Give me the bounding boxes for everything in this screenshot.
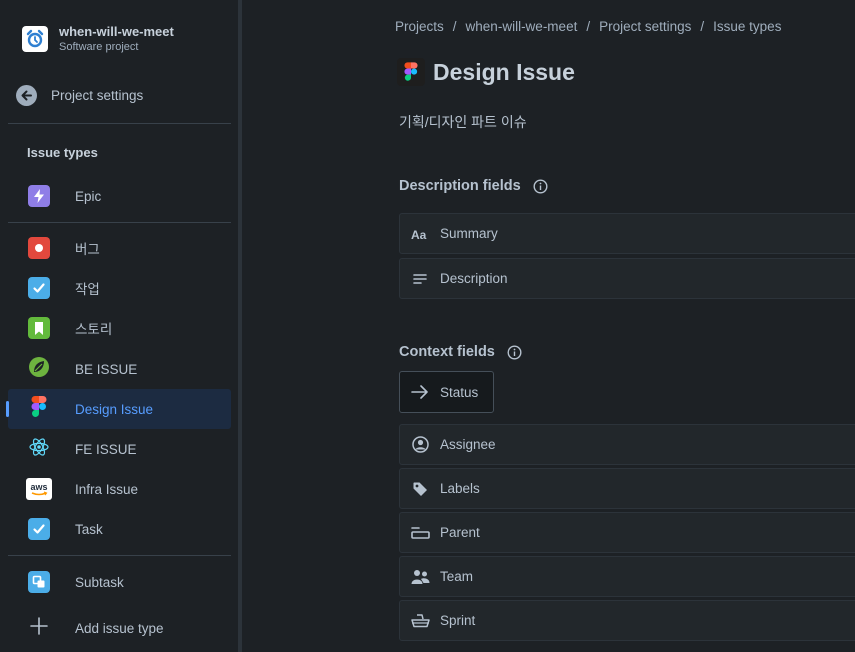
breadcrumb: Projects / when-will-we-meet / Project s… [395, 19, 781, 34]
svg-text:Aa: Aa [411, 228, 427, 240]
sidebar-item-label: Task [75, 521, 103, 537]
figma-icon [31, 395, 47, 423]
aws-icon: aws [26, 478, 52, 500]
field-label: Assignee [440, 437, 496, 452]
svg-text:aws: aws [30, 482, 47, 492]
back-label: Project settings [51, 88, 144, 103]
sidebar-item-design-issue[interactable]: Design Issue [6, 389, 231, 429]
sidebar-item-label: Infra Issue [75, 481, 139, 497]
info-icon[interactable] [533, 178, 548, 194]
plus-icon [29, 616, 49, 641]
divider [8, 123, 231, 124]
bookmark-icon [28, 317, 50, 339]
sidebar-item-story[interactable]: 스토리 [8, 308, 231, 348]
context-fields-title: Context fields [399, 344, 522, 360]
sidebar-item-label: BE ISSUE [75, 361, 138, 377]
section-title-label: Context fields [399, 344, 495, 360]
field-team[interactable]: Team [399, 556, 855, 597]
arrow-left-icon [16, 85, 37, 106]
parent-icon [410, 523, 430, 543]
breadcrumb-issue-types[interactable]: Issue types [713, 19, 781, 34]
person-icon [410, 435, 430, 455]
people-icon [410, 567, 430, 587]
section-title-issue-types: Issue types [27, 145, 98, 160]
breadcrumb-separator: / [700, 19, 705, 34]
back-to-project-settings[interactable]: Project settings [16, 85, 143, 106]
breadcrumb-projects[interactable]: Projects [395, 19, 444, 34]
sprint-icon [410, 611, 430, 631]
field-labels[interactable]: Labels [399, 468, 855, 509]
breadcrumb-project[interactable]: when-will-we-meet [466, 19, 578, 34]
sidebar-item-bug[interactable]: 버그 [8, 228, 231, 268]
sidebar-item-infra-issue[interactable]: aws Infra Issue [8, 469, 231, 509]
page-title[interactable]: Design Issue [433, 59, 575, 86]
field-label: Description [440, 271, 508, 286]
sidebar-item-task[interactable]: Task [8, 509, 231, 549]
divider [8, 555, 231, 556]
project-avatar-icon [22, 26, 48, 52]
sidebar-item-label: Design Issue [75, 401, 154, 417]
project-type: Software project [59, 41, 139, 53]
sidebar-item-fe-issue[interactable]: FE ISSUE [8, 429, 231, 469]
field-label: Team [440, 569, 474, 584]
sidebar-resize-handle[interactable] [238, 0, 242, 652]
sidebar-item-task-kr[interactable]: 작업 [8, 268, 231, 308]
field-parent[interactable]: Parent [399, 512, 855, 553]
breadcrumb-separator: / [586, 19, 591, 34]
arrow-right-icon [411, 385, 429, 399]
spring-leaf-icon [28, 356, 50, 383]
sidebar-item-epic[interactable]: Epic [8, 176, 231, 216]
figma-icon[interactable] [397, 58, 425, 86]
project-name: when-will-we-meet [59, 24, 174, 39]
field-assignee[interactable]: Assignee [399, 424, 855, 465]
info-icon[interactable] [507, 344, 522, 360]
title-row: Design Issue [397, 58, 575, 86]
page-description[interactable]: 기획/디자인 파트 이슈 [399, 112, 527, 132]
sidebar-item-label: Subtask [75, 574, 124, 590]
project-header[interactable]: when-will-we-meet Software project [22, 24, 174, 54]
checkbox-icon [28, 518, 50, 540]
field-label: Labels [440, 481, 480, 496]
divider [8, 222, 231, 223]
field-summary[interactable]: Aa Summary [399, 213, 855, 254]
text-aa-icon: Aa [410, 224, 430, 244]
sidebar-item-label: 작업 [75, 282, 100, 297]
tag-icon [410, 479, 430, 499]
description-fields-title: Description fields [399, 178, 548, 194]
field-sprint[interactable]: Sprint [399, 600, 855, 641]
subtask-icon [28, 571, 50, 593]
field-label: Sprint [440, 613, 476, 628]
field-label: Parent [440, 525, 480, 540]
react-icon [28, 436, 50, 463]
sidebar-item-label: Epic [75, 188, 102, 204]
add-issue-type-label: Add issue type [75, 620, 164, 636]
lightning-icon [28, 185, 50, 207]
sidebar-item-label: 스토리 [75, 322, 113, 337]
field-label: Status [440, 384, 479, 400]
selected-indicator [6, 401, 9, 417]
text-lines-icon [410, 269, 430, 289]
sidebar-item-be-issue[interactable]: BE ISSUE [8, 349, 231, 389]
sidebar-item-label: 버그 [75, 242, 100, 257]
field-label: Summary [440, 226, 498, 241]
breadcrumb-separator: / [452, 19, 457, 34]
sidebar-item-label: FE ISSUE [75, 441, 137, 457]
breadcrumb-project-settings[interactable]: Project settings [599, 19, 691, 34]
sidebar: when-will-we-meet Software project Proje… [0, 0, 238, 652]
field-status[interactable]: Status [399, 371, 494, 413]
section-title-label: Description fields [399, 178, 521, 194]
add-issue-type-button[interactable]: Add issue type [8, 608, 231, 648]
bug-icon [28, 237, 50, 259]
sidebar-item-subtask[interactable]: Subtask [8, 562, 231, 602]
field-description[interactable]: Description [399, 258, 855, 299]
checkbox-icon [28, 277, 50, 299]
